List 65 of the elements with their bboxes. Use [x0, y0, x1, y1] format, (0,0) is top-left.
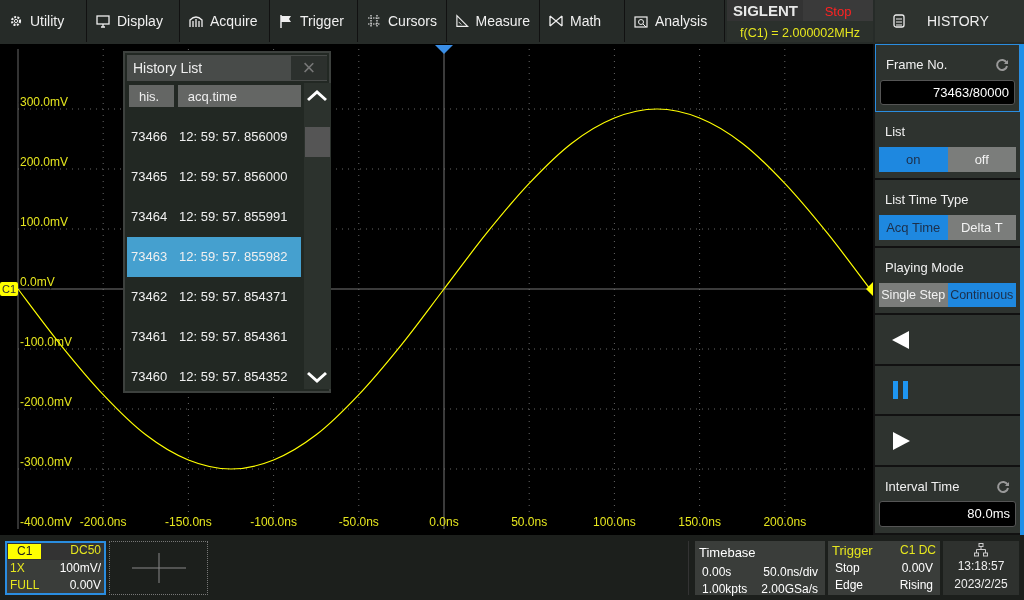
bandwidth-label: FULL [10, 577, 40, 593]
x-axis-label: -50.0ns [338, 515, 379, 529]
frequency-readout: f(C1) = 2.000002MHz [739, 25, 861, 42]
panel-title: Trigger [832, 542, 873, 558]
y-axis-label: 0.0mV [20, 275, 55, 289]
toggle-option[interactable]: Single Step [879, 282, 948, 308]
coupling-label: DC50 [70, 542, 102, 559]
timebase-panel[interactable]: Timebase 0.00s 50.0ns/div 1.00kpts 2.00GSa/s [695, 540, 825, 595]
channel-info-panel[interactable]: C1 DC50 1X 100mV/ FULL 0.00V [5, 540, 106, 595]
y-axis-label: 300.0mV [20, 95, 69, 109]
frame-number-field[interactable]: 73463/80000 [880, 79, 1015, 105]
y-axis-label: -400.0mV [20, 515, 73, 529]
x-axis-label: 200.0ns [763, 515, 807, 529]
history-row[interactable]: 73464 12: 59: 57. 855991 [127, 197, 301, 237]
channel-marker: C1 [0, 282, 19, 296]
delay-value: 0.00s [702, 565, 732, 580]
trigger-type: Edge [835, 577, 864, 593]
clock-time: 13:18:57 [957, 557, 1005, 575]
sample-rate: 2.00GSa/s [761, 582, 818, 597]
history-row[interactable]: 73462 12: 59: 57. 854371 [127, 277, 301, 317]
memory-depth: 1.00kpts [702, 582, 748, 597]
brand-logo: SIGLENT [727, 0, 803, 21]
field-label: Interval Time [885, 478, 960, 496]
x-axis-label: -150.0ns [165, 515, 212, 529]
run-state: Stop [803, 0, 873, 21]
toggle-option[interactable]: off [947, 146, 1016, 172]
column-header: his. [129, 85, 174, 107]
history-row[interactable]: 73460 12: 59: 57. 854352 [127, 357, 301, 397]
x-axis-label: 150.0ns [678, 515, 721, 529]
panel-title: Timebase [699, 543, 757, 562]
clock-date: 2023/2/25 [954, 575, 1008, 593]
toggle-option[interactable]: Continuous [947, 282, 1016, 308]
toggle-option[interactable]: Acq Time [879, 214, 948, 240]
column-header: acq.time [177, 85, 301, 107]
panel-title: HISTORY [927, 11, 989, 31]
trigger-source: C1 DC [900, 542, 936, 558]
trigger-slope: Rising [899, 577, 933, 593]
y-axis-label: -200.0mV [20, 395, 73, 409]
trigger-level: 0.00V [901, 560, 933, 576]
x-axis-label: -200.0ns [79, 515, 127, 529]
history-row[interactable]: 73466 12: 59: 57. 856009 [127, 117, 301, 157]
toggle-label: List Time Type [884, 191, 970, 209]
probe-label: 1X [10, 560, 25, 576]
x-axis-label: 50.0ns [511, 515, 548, 529]
y-axis-label: -300.0mV [20, 455, 73, 469]
offset-label: 0.00V [69, 577, 101, 593]
field-label: Frame No. [886, 56, 948, 74]
toggle-option[interactable]: Delta T [947, 214, 1016, 240]
y-axis-label: 100.0mV [20, 215, 69, 229]
interval-time-field[interactable]: 80.0ms [879, 501, 1016, 527]
x-axis-label: 0.0ns [429, 515, 459, 529]
x-axis-label: 100.0ns [593, 515, 636, 529]
toggle-label: List [884, 123, 907, 141]
x-axis-label: -100.0ns [250, 515, 297, 529]
history-row[interactable]: 73465 12: 59: 57. 856000 [127, 157, 301, 197]
toggle-label: Playing Mode [884, 259, 965, 277]
channel-name: C1 [8, 543, 42, 559]
toggle-option[interactable]: on [879, 146, 948, 172]
trigger-state: Stop [835, 560, 860, 576]
trigger-panel[interactable]: Trigger C1 DC Stop 0.00V Edge Rising [828, 540, 940, 595]
vertical-scale: 100mV/ [59, 560, 101, 576]
history-row[interactable]: 73461 12: 59: 57. 854361 [127, 317, 301, 357]
window-title: History List [133, 58, 204, 78]
y-axis-label: 200.0mV [20, 155, 69, 169]
timebase-scale: 50.0ns/div [763, 565, 818, 580]
